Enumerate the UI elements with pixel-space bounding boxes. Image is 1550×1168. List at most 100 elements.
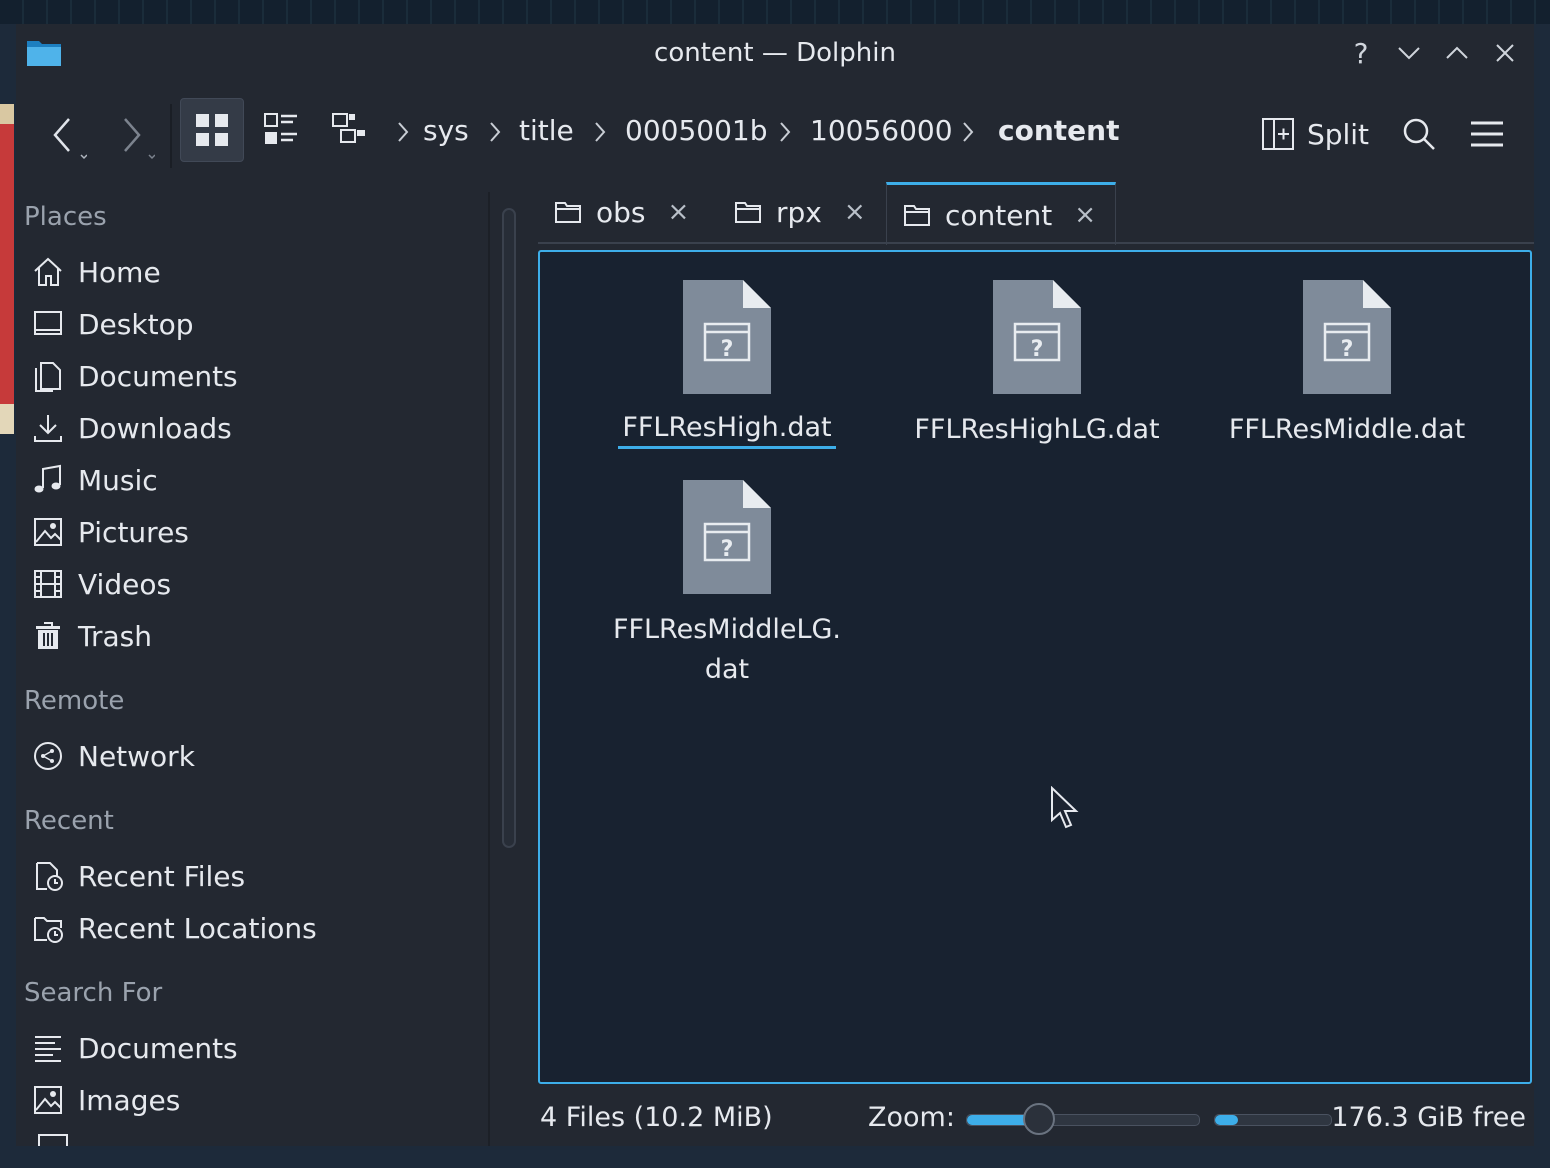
zoom-label: Zoom: bbox=[868, 1102, 955, 1133]
minimize-button[interactable] bbox=[1392, 36, 1426, 70]
sidebar-item-home[interactable]: Home bbox=[24, 248, 474, 296]
tab-close-button[interactable]: × bbox=[1074, 200, 1096, 230]
unknown-file-icon: ? bbox=[683, 280, 771, 394]
panel-splitter[interactable] bbox=[488, 192, 490, 1146]
folder-icon bbox=[735, 202, 761, 223]
music-note-icon bbox=[30, 462, 66, 498]
text-document-icon bbox=[30, 1030, 66, 1066]
sidebar-item-pictures[interactable]: Pictures bbox=[24, 508, 474, 556]
zoom-slider[interactable] bbox=[966, 1103, 1200, 1135]
file-name: FFLResMiddle.dat bbox=[1228, 414, 1466, 445]
back-button[interactable] bbox=[42, 106, 92, 166]
icons-view-button[interactable] bbox=[180, 98, 244, 162]
forward-button[interactable] bbox=[110, 106, 160, 166]
section-header-search-for: Search For bbox=[24, 978, 163, 1008]
section-header-recent: Recent bbox=[24, 806, 114, 836]
breadcrumb-chevron-icon bbox=[490, 122, 501, 142]
title-bar[interactable]: content — Dolphin ? bbox=[16, 24, 1534, 84]
file-view[interactable]: ? FFLResHigh.dat ? FFLResHighLG.dat ? FF… bbox=[538, 250, 1532, 1084]
hamburger-menu-icon bbox=[1471, 121, 1503, 147]
window-title: content — Dolphin bbox=[654, 38, 896, 68]
details-view-button[interactable] bbox=[318, 98, 380, 160]
icon-grid-icon bbox=[196, 114, 228, 146]
file-name: FFLResHighLG.dat bbox=[914, 414, 1160, 445]
disk-space-fill bbox=[1215, 1115, 1239, 1125]
mouse-pointer-icon bbox=[1050, 785, 1080, 834]
toolbar: sys title 0005001b 10056000 content Spli… bbox=[16, 84, 1534, 184]
home-icon bbox=[30, 254, 66, 290]
download-icon bbox=[30, 410, 66, 446]
sidebar-item-recent-files[interactable]: Recent Files bbox=[24, 852, 474, 900]
sidebar-item-documents[interactable]: Documents bbox=[24, 352, 474, 400]
breadcrumb-chevron-icon bbox=[780, 122, 791, 142]
status-bar: 4 Files (10.2 MiB) Zoom: 176.3 GiB free bbox=[538, 1088, 1534, 1146]
help-button[interactable]: ? bbox=[1344, 36, 1378, 70]
svg-text:?: ? bbox=[1341, 337, 1354, 362]
compact-list-icon bbox=[264, 113, 297, 144]
section-header-places: Places bbox=[24, 202, 107, 232]
forward-arrow-icon bbox=[124, 118, 155, 160]
tab-content[interactable]: content × bbox=[886, 182, 1116, 245]
file-name: FFLResMiddleLG. dat bbox=[612, 614, 842, 685]
toolbar-separator bbox=[170, 104, 172, 168]
recent-locations-icon bbox=[30, 910, 66, 946]
image-icon bbox=[30, 1082, 66, 1118]
svg-text:?: ? bbox=[721, 537, 734, 562]
help-icon: ? bbox=[1353, 36, 1369, 70]
dolphin-window: content — Dolphin ? sys title 0005001b 1… bbox=[16, 24, 1534, 1146]
desktop-icon bbox=[30, 306, 66, 342]
breadcrumb-title[interactable]: title bbox=[519, 114, 574, 147]
sidebar-scrollbar[interactable] bbox=[502, 208, 516, 848]
tab-obs[interactable]: obs × bbox=[538, 182, 706, 242]
tab-bar-divider bbox=[538, 242, 1534, 244]
chevron-up-icon bbox=[1446, 46, 1468, 59]
svg-text:?: ? bbox=[721, 337, 734, 362]
file-item[interactable]: ? FFLResMiddleLG. dat bbox=[602, 478, 852, 690]
network-icon bbox=[30, 738, 66, 774]
sidebar-item-trash[interactable]: Trash bbox=[24, 612, 474, 660]
folder-icon bbox=[555, 202, 581, 223]
free-space-text: 176.3 GiB free bbox=[1331, 1102, 1526, 1133]
sidebar-item-desktop[interactable]: Desktop bbox=[24, 300, 474, 348]
recent-files-icon bbox=[30, 858, 66, 894]
compact-view-button[interactable] bbox=[250, 98, 312, 160]
menu-button[interactable] bbox=[1462, 104, 1512, 164]
breadcrumb-sys[interactable]: sys bbox=[423, 114, 469, 147]
breadcrumb-10056000[interactable]: 10056000 bbox=[810, 114, 953, 147]
file-item[interactable]: ? FFLResMiddle.dat bbox=[1222, 278, 1472, 450]
film-icon bbox=[30, 566, 66, 602]
breadcrumb-chevron-icon bbox=[398, 122, 409, 142]
sidebar-item-music[interactable]: Music bbox=[24, 456, 474, 504]
breadcrumb-0005001b[interactable]: 0005001b bbox=[625, 114, 767, 147]
partially-hidden-item-icon bbox=[38, 1134, 68, 1146]
desktop-wallpaper-bottom bbox=[0, 1146, 1550, 1168]
maximize-button[interactable] bbox=[1440, 36, 1474, 70]
close-icon bbox=[1496, 44, 1514, 62]
split-button[interactable]: Split bbox=[1254, 104, 1376, 164]
sidebar-item-videos[interactable]: Videos bbox=[24, 560, 474, 608]
desktop-wallpaper-right bbox=[1534, 24, 1550, 1168]
file-name: FFLResHigh.dat bbox=[618, 410, 836, 449]
sidebar-item-recent-locations[interactable]: Recent Locations bbox=[24, 904, 474, 952]
search-button[interactable] bbox=[1394, 104, 1444, 164]
tab-bar: obs × rpx × content × bbox=[538, 182, 1534, 245]
sidebar-item-search-documents[interactable]: Documents bbox=[24, 1024, 474, 1072]
sidebar-item-search-images[interactable]: Images bbox=[24, 1076, 474, 1124]
breadcrumb-content[interactable]: content bbox=[998, 114, 1119, 147]
breadcrumb-chevron-icon bbox=[595, 122, 606, 142]
close-window-button[interactable] bbox=[1488, 36, 1522, 70]
unknown-file-icon: ? bbox=[1303, 280, 1391, 394]
tab-rpx[interactable]: rpx × bbox=[718, 182, 888, 242]
file-item[interactable]: ? FFLResHigh.dat bbox=[602, 278, 852, 449]
desktop-background bbox=[0, 0, 1550, 24]
zoom-slider-handle[interactable] bbox=[1023, 1103, 1055, 1135]
sidebar-item-network[interactable]: Network bbox=[24, 732, 474, 780]
tab-close-button[interactable]: × bbox=[844, 197, 866, 227]
split-view-icon bbox=[1261, 118, 1294, 150]
trash-icon bbox=[30, 618, 66, 654]
file-item[interactable]: ? FFLResHighLG.dat bbox=[912, 278, 1162, 450]
back-arrow-icon bbox=[53, 118, 87, 160]
folder-summary: 4 Files (10.2 MiB) bbox=[540, 1102, 773, 1133]
sidebar-item-downloads[interactable]: Downloads bbox=[24, 404, 474, 452]
tab-close-button[interactable]: × bbox=[668, 197, 690, 227]
